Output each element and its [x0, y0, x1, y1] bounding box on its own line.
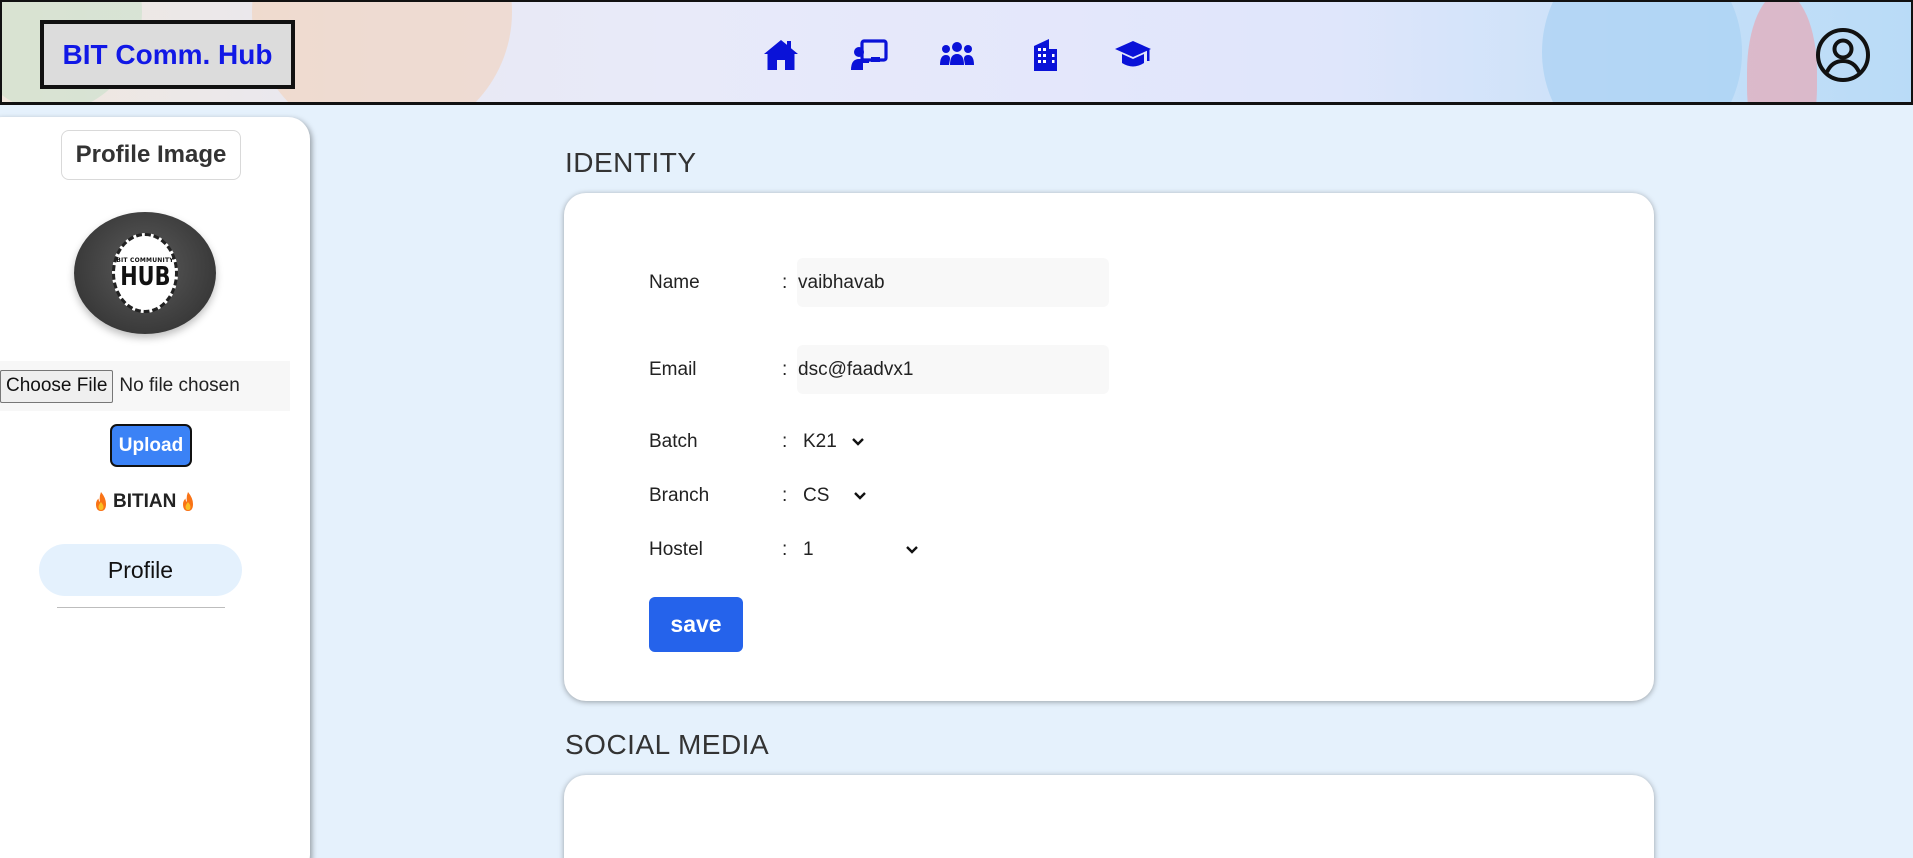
- fire-icon: [183, 492, 194, 511]
- batch-value: K21: [803, 431, 837, 452]
- colon: :: [782, 431, 788, 452]
- social-media-heading: SOCIAL MEDIA: [565, 729, 770, 760]
- name-row: Name :: [649, 258, 1109, 307]
- sidebar-item-profile[interactable]: Profile: [39, 544, 242, 596]
- email-label: Email: [649, 358, 697, 380]
- graduation-cap-icon: [1115, 41, 1151, 67]
- chevron-down-icon: [851, 438, 864, 446]
- building-icon: [1034, 39, 1057, 71]
- file-status-text: No file chosen: [119, 375, 240, 396]
- upload-button[interactable]: Upload: [110, 424, 192, 467]
- nav-icons: [760, 34, 1154, 76]
- nav-community-button[interactable]: [936, 34, 978, 76]
- logo-text-big: HUB: [119, 261, 171, 292]
- colon: :: [782, 485, 788, 506]
- account-button[interactable]: [1814, 26, 1872, 84]
- batch-row: Batch : K21: [649, 427, 871, 457]
- bitian-badge: BITIAN: [93, 491, 196, 513]
- choose-file-button[interactable]: Choose File: [0, 369, 114, 403]
- avatar: BIT COMMUNITY HUB: [74, 212, 216, 334]
- header-decoration: [1747, 2, 1817, 102]
- nav-classroom-button[interactable]: [848, 34, 890, 76]
- file-input: Choose File No file chosen: [0, 361, 290, 411]
- social-media-card: [564, 775, 1654, 858]
- nav-education-button[interactable]: [1112, 34, 1154, 76]
- hostel-select[interactable]: 1: [797, 535, 925, 565]
- hostel-row: Hostel : 1: [649, 535, 925, 565]
- home-icon: [764, 40, 798, 70]
- top-navbar: BIT Comm. Hub: [0, 0, 1913, 105]
- community-icon: [940, 42, 974, 65]
- colon: :: [782, 271, 788, 293]
- hub-logo: BIT COMMUNITY HUB: [112, 233, 178, 313]
- profile-image-heading: Profile Image: [61, 130, 241, 180]
- branch-value: CS: [803, 485, 830, 506]
- user-circle-icon: [1816, 28, 1870, 82]
- nav-home-button[interactable]: [760, 34, 802, 76]
- hostel-value: 1: [803, 539, 814, 560]
- colon: :: [782, 539, 788, 560]
- identity-heading: IDENTITY: [565, 147, 697, 178]
- chevron-down-icon: [906, 546, 918, 554]
- branch-row: Branch : CS: [649, 481, 873, 511]
- batch-select[interactable]: K21: [797, 427, 871, 457]
- classroom-icon: [851, 39, 888, 70]
- email-field[interactable]: [797, 345, 1109, 394]
- identity-card: Name : Email : Batch : K21 Branch : CS H…: [564, 193, 1654, 701]
- save-button[interactable]: save: [649, 597, 743, 652]
- branch-label: Branch: [649, 485, 710, 506]
- divider: [57, 607, 225, 608]
- batch-label: Batch: [649, 431, 698, 452]
- nav-building-button[interactable]: [1024, 34, 1066, 76]
- header-decoration: [1542, 2, 1742, 102]
- badge-text: BITIAN: [113, 491, 177, 512]
- brand-logo[interactable]: BIT Comm. Hub: [40, 20, 295, 89]
- hostel-label: Hostel: [649, 539, 703, 560]
- fire-icon: [96, 492, 106, 511]
- branch-select[interactable]: CS: [797, 481, 873, 511]
- chevron-down-icon: [854, 492, 866, 500]
- colon: :: [782, 358, 788, 380]
- email-row: Email :: [649, 345, 1109, 394]
- profile-sidebar: Profile Image BIT COMMUNITY HUB Choose F…: [0, 117, 310, 858]
- name-field[interactable]: [797, 258, 1109, 307]
- name-label: Name: [649, 271, 700, 293]
